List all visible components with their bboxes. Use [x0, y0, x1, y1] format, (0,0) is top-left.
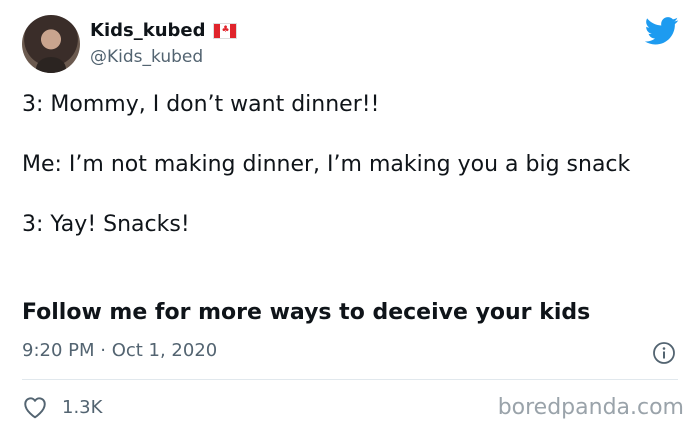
name-row: Kids_kubed ♣ [90, 20, 238, 41]
timestamp[interactable]: 9:20 PM · Oct 1, 2020 [22, 340, 217, 361]
tweet-line: 3: Mommy, I don’t want dinner!! [22, 92, 380, 117]
info-icon[interactable] [652, 341, 676, 365]
divider [22, 379, 678, 380]
canada-flag-icon: ♣ [213, 22, 238, 39]
tweet-text: 3: Mommy, I don’t want dinner!! Me: I’m … [22, 90, 662, 240]
user-handle[interactable]: @Kids_kubed [90, 47, 203, 67]
like-count: 1.3K [62, 396, 103, 418]
tweet-bold-line: Follow me for more ways to deceive your … [22, 300, 591, 325]
watermark: boredpanda.com [497, 395, 684, 420]
avatar[interactable] [22, 15, 80, 73]
twitter-bird-icon[interactable] [645, 17, 679, 45]
tweet-line: Me: I’m not making dinner, I’m making yo… [22, 152, 631, 177]
like-action[interactable]: 1.3K [22, 395, 102, 419]
display-name[interactable]: Kids_kubed [90, 20, 205, 41]
heart-icon[interactable] [22, 395, 48, 419]
tweet-line: 3: Yay! Snacks! [22, 212, 190, 237]
